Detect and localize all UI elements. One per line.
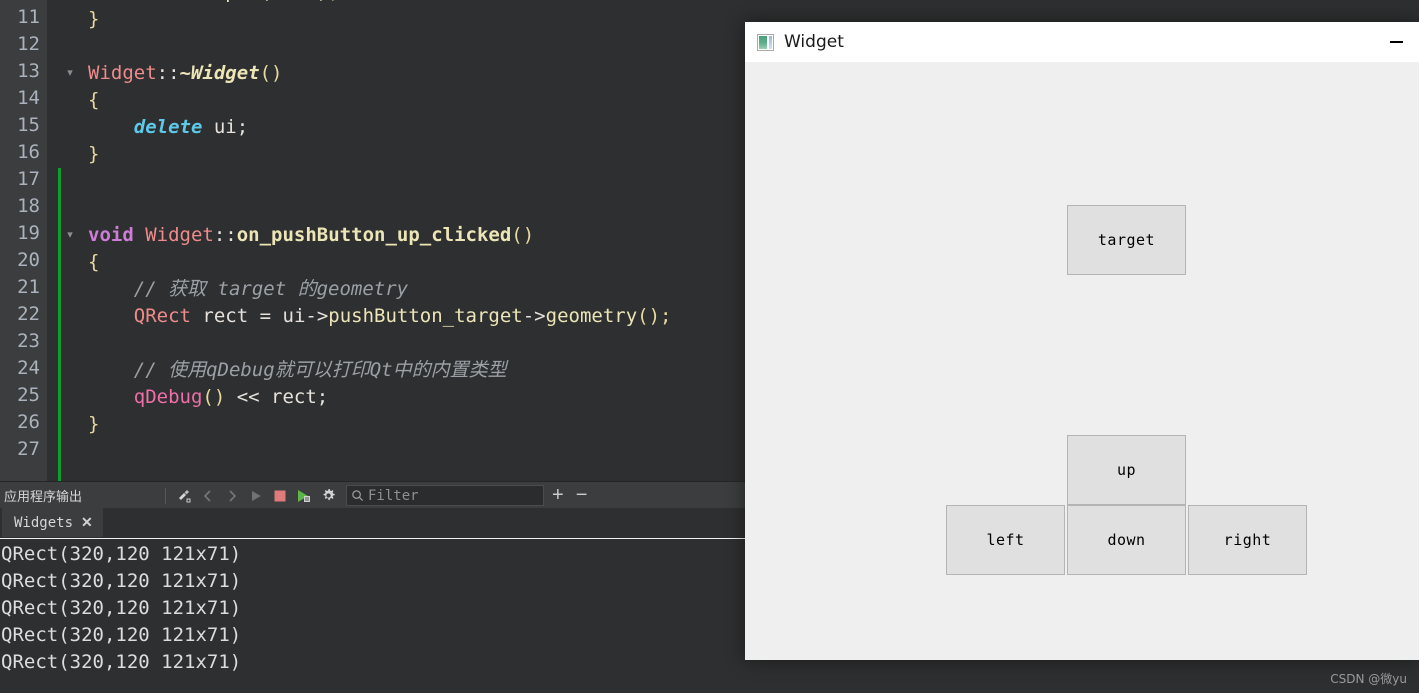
- push-button-left[interactable]: left: [946, 505, 1065, 575]
- line-number: 12: [17, 33, 40, 55]
- line-number: 26: [17, 411, 40, 433]
- code-line: Widget::~Widget(): [88, 60, 283, 87]
- output-pane-title: 应用程序输出: [4, 490, 83, 505]
- line-number: 23: [17, 330, 40, 352]
- window-client-area: target up left down right: [745, 62, 1419, 660]
- push-button-up[interactable]: up: [1067, 435, 1186, 505]
- code-line: }: [88, 141, 99, 168]
- window-title-bar[interactable]: Widget: [745, 22, 1419, 62]
- code-token: ->: [522, 305, 546, 327]
- code-token: // 获取 target 的geometry: [133, 278, 409, 300]
- code-token: (): [511, 224, 535, 246]
- code-token: delete: [133, 116, 203, 138]
- zoom-in-button[interactable]: +: [552, 484, 564, 507]
- prev-item-icon[interactable]: [197, 485, 219, 507]
- debug-run-icon[interactable]: [293, 485, 315, 507]
- line-number: 21: [17, 276, 40, 298]
- output-tab-widgets[interactable]: Widgets ✕: [2, 508, 103, 537]
- line-number: 16: [17, 141, 40, 163]
- code-line: {: [88, 87, 99, 114]
- code-token: Widget: [88, 62, 157, 84]
- code-token: ui->: [271, 305, 329, 327]
- widget-application-window[interactable]: Widget target up left down right: [745, 22, 1419, 660]
- line-number: 20: [17, 249, 40, 271]
- qt-app-icon: [757, 33, 774, 51]
- line-number: 27: [17, 438, 40, 460]
- filter-placeholder: Filter: [368, 487, 419, 504]
- code-token: pushButton_target: [328, 305, 523, 327]
- code-line: {: [88, 249, 99, 276]
- code-token: (): [202, 386, 226, 408]
- output-tab-label: Widgets: [14, 514, 74, 531]
- code-token: ui;: [202, 116, 249, 138]
- close-icon[interactable]: ✕: [81, 514, 93, 531]
- line-number: 22: [17, 303, 40, 325]
- search-icon: [352, 490, 364, 502]
- code-line: // 使用qDebug就可以打印Qt中的内置类型: [88, 357, 507, 384]
- next-item-icon[interactable]: [221, 485, 243, 507]
- watermark: CSDN @微yu: [1330, 672, 1407, 686]
- code-token: }: [88, 143, 100, 165]
- code-line: }: [88, 6, 99, 33]
- push-button-right[interactable]: right: [1188, 505, 1307, 575]
- code-line: // 获取 target 的geometry: [88, 276, 408, 303]
- line-number: 13: [17, 60, 40, 82]
- window-title-label: Widget: [784, 32, 844, 52]
- code-token: Widget: [145, 224, 214, 246]
- zoom-out-button[interactable]: −: [576, 484, 588, 507]
- fold-arrow-icon[interactable]: ▾: [63, 222, 77, 249]
- clean-pane-icon[interactable]: [173, 485, 195, 507]
- line-number: 24: [17, 357, 40, 379]
- code-token: on_pushButton_up_clicked: [236, 224, 512, 246]
- code-token: ::: [156, 62, 180, 84]
- line-number: 25: [17, 384, 40, 406]
- code-token: (): [259, 62, 283, 84]
- code-token: {: [88, 251, 100, 273]
- output-zoom-controls: + −: [552, 484, 587, 507]
- code-token: qDebug: [133, 386, 203, 408]
- settings-gear-icon[interactable]: [317, 485, 339, 507]
- code-token: << rect;: [225, 386, 329, 408]
- minimize-icon[interactable]: [1373, 22, 1419, 62]
- code-line: qDebug() << rect;: [88, 384, 328, 411]
- code-token: ~Widget: [179, 62, 260, 84]
- line-number: 11: [17, 6, 40, 28]
- code-token: ::: [213, 224, 237, 246]
- code-line: }: [88, 411, 99, 438]
- code-line: delete ui;: [88, 114, 248, 141]
- code-line: void Widget::on_pushButton_up_clicked(): [88, 222, 534, 249]
- line-number: 15: [17, 114, 40, 136]
- push-button-target[interactable]: target: [1067, 205, 1186, 275]
- code-line: QRect rect = ui->pushButton_target->geom…: [88, 303, 672, 330]
- code-token: rect: [190, 305, 260, 327]
- code-token: geometry: [545, 305, 638, 327]
- partial-code-line: ui->setupUi(this);: [88, 0, 340, 6]
- fold-arrow-icon[interactable]: ▾: [63, 60, 77, 87]
- code-token: =: [259, 305, 272, 327]
- code-token: {: [88, 89, 100, 111]
- code-token: }: [88, 413, 100, 435]
- stop-icon[interactable]: [269, 485, 291, 507]
- line-number: 18: [17, 195, 40, 217]
- line-number: 14: [17, 87, 40, 109]
- code-token: // 使用qDebug就可以打印Qt中的内置类型: [133, 359, 507, 381]
- code-token: }: [88, 8, 100, 30]
- change-marker-bar: [58, 168, 61, 481]
- code-token: ();: [637, 305, 672, 327]
- line-number: 17: [17, 168, 40, 190]
- minimize-glyph: [1389, 41, 1403, 43]
- toolbar-separator: [165, 487, 166, 504]
- filter-input[interactable]: Filter: [346, 485, 544, 506]
- run-icon[interactable]: [245, 485, 267, 507]
- code-token: QRect: [133, 305, 191, 327]
- line-number: 19: [17, 222, 40, 244]
- push-button-down[interactable]: down: [1067, 505, 1186, 575]
- code-token: void: [88, 224, 146, 246]
